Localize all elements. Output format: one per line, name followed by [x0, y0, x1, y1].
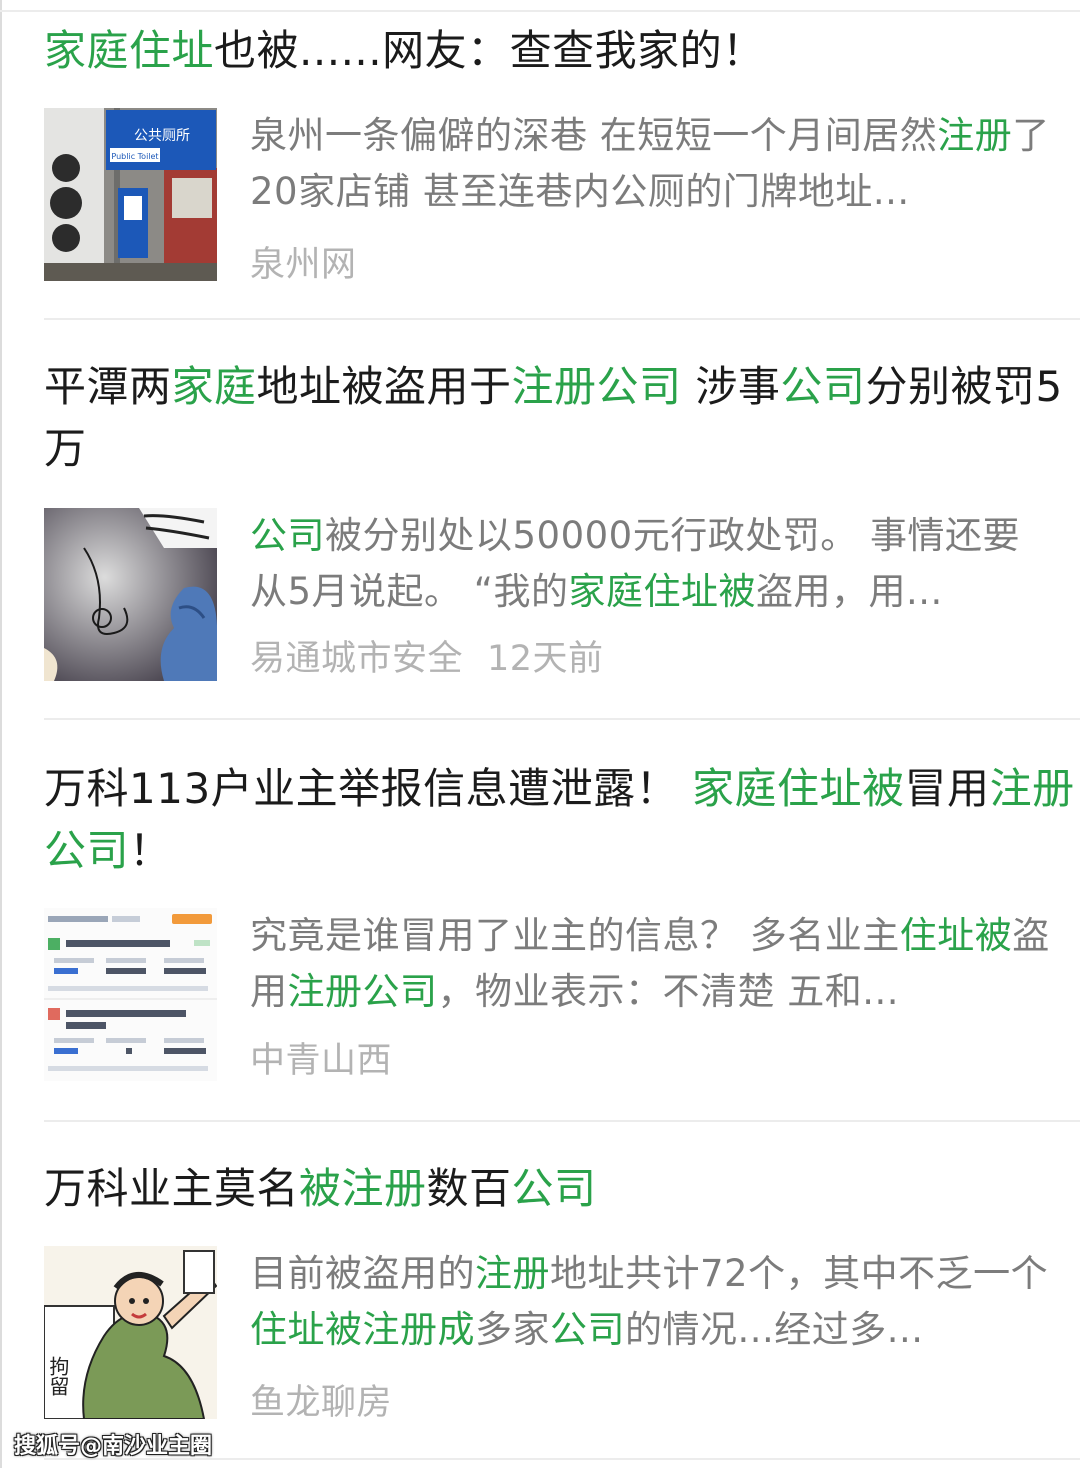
keyword-highlight: 家庭住址被: [568, 570, 756, 613]
detention-cartoon-icon: 拘留: [44, 1246, 217, 1419]
news-item[interactable]: 平潭两家庭地址被盗用于注册公司 涉事公司分别被罚5万 公司被分别处以50000元…: [44, 356, 1080, 681]
text-segment: 泉州一条偏僻的深巷 在短短一个月间居然: [250, 114, 938, 157]
detention-caption: 拘留: [46, 1356, 70, 1396]
news-time: 12天前: [487, 639, 604, 679]
item-divider: [44, 718, 1080, 720]
news-snippet: 目前被盗用的注册地址共计72个，其中不乏一个住址被注册成多家公司的情况...经过…: [250, 1246, 1050, 1358]
news-meta: 鱼龙聊房: [250, 1374, 392, 1425]
text-segment: 地址被盗用于: [256, 362, 512, 411]
keyword-highlight: 住址被: [899, 914, 1013, 957]
text-segment: ！: [129, 826, 172, 875]
text-segment: 万科113户业主举报信息遭泄露！: [44, 764, 693, 813]
item-divider: [44, 1120, 1080, 1122]
company-list-screenshot-icon: [44, 908, 217, 1081]
text-segment: 目前被盗用的: [250, 1252, 475, 1295]
keyword-highlight: 住址被注册成: [250, 1308, 475, 1351]
keyword-highlight: 家庭住址: [44, 26, 215, 75]
street-sign-photo-icon: 公共厕所 Public Toilet: [44, 108, 217, 281]
cartoon-hand-illustration-icon: [44, 508, 217, 681]
news-item[interactable]: 家庭住址也被......网友：查查我家的！ 公共厕所 Public Toilet…: [44, 20, 1080, 285]
news-source[interactable]: 泉州网: [250, 245, 357, 285]
keyword-highlight: 注册公司: [511, 362, 682, 411]
text-segment: 冒用: [904, 764, 990, 813]
keyword-highlight: 家庭住址被: [692, 764, 905, 813]
text-segment: 究竟是谁冒用了业主的信息？ 多名业主: [250, 914, 900, 957]
news-title[interactable]: 家庭住址也被......网友：查查我家的！: [44, 20, 1080, 82]
news-snippet: 究竟是谁冒用了业主的信息？ 多名业主住址被盗用注册公司，物业表示：不清楚 五和.…: [250, 908, 1050, 1020]
search-results-feed: 家庭住址也被......网友：查查我家的！ 公共厕所 Public Toilet…: [0, 0, 1080, 1468]
news-title[interactable]: 万科113户业主举报信息遭泄露！ 家庭住址被冒用注册公司！: [44, 758, 1080, 882]
text-segment: 盗用，用...: [755, 570, 943, 613]
news-snippet: 公司被分别处以50000元行政处罚。 事情还要从5月说起。 “我的家庭住址被盗用…: [250, 508, 1050, 620]
text-segment: 涉事: [681, 362, 781, 411]
text-segment: 数百: [426, 1164, 512, 1213]
news-thumbnail[interactable]: [44, 508, 217, 681]
item-divider: [44, 318, 1080, 320]
news-meta: 易通城市安全 12天前: [250, 630, 604, 681]
watermark: 搜狐号@南沙业主圈: [14, 1434, 213, 1459]
keyword-highlight: 注册: [937, 114, 1013, 157]
news-item[interactable]: 万科业主莫名被注册数百公司 拘留 目前被盗用的注册地址共计72个，其中不乏一个住…: [44, 1158, 1080, 1423]
news-thumbnail[interactable]: [44, 908, 217, 1081]
text-segment: 也被......网友：查查我家的！: [214, 26, 765, 75]
keyword-highlight: 公司: [511, 1164, 597, 1213]
toilet-sign-en-text: Public Toilet: [111, 152, 158, 161]
news-meta: 泉州网: [250, 236, 357, 287]
keyword-highlight: 注册公司: [287, 970, 438, 1013]
news-title[interactable]: 万科业主莫名被注册数百公司: [44, 1158, 1080, 1220]
text-segment: 地址共计72个，其中不乏一个: [550, 1252, 1049, 1295]
news-snippet: 泉州一条偏僻的深巷 在短短一个月间居然注册了20家店铺 甚至连巷内公厕的门牌地址…: [250, 108, 1050, 220]
news-title[interactable]: 平潭两家庭地址被盗用于注册公司 涉事公司分别被罚5万: [44, 356, 1080, 480]
text-segment: 的情况...经过多...: [625, 1308, 924, 1351]
text-segment: 多家: [475, 1308, 550, 1351]
news-thumbnail[interactable]: 拘留: [44, 1246, 217, 1419]
keyword-highlight: 被注册: [299, 1164, 427, 1213]
keyword-highlight: 公司: [250, 514, 325, 557]
news-source[interactable]: 鱼龙聊房: [250, 1383, 392, 1423]
text-segment: 万科业主莫名: [44, 1164, 300, 1213]
keyword-highlight: 公司: [780, 362, 866, 411]
keyword-highlight: 注册: [475, 1252, 550, 1295]
news-item[interactable]: 万科113户业主举报信息遭泄露！ 家庭住址被冒用注册公司 ！ 究竟是谁冒用了业主的…: [44, 758, 1080, 1081]
news-source[interactable]: 中青山西: [250, 1041, 392, 1081]
keyword-highlight: 家庭: [171, 362, 257, 411]
text-segment: 平潭两: [44, 362, 172, 411]
toilet-sign-text: 公共厕所: [134, 128, 190, 144]
keyword-highlight: 公司: [550, 1308, 625, 1351]
news-source[interactable]: 易通城市安全: [250, 639, 463, 679]
news-meta: 中青山西: [250, 1032, 392, 1083]
text-segment: ，物业表示：不清楚 五和...: [437, 970, 900, 1013]
news-thumbnail[interactable]: 公共厕所 Public Toilet: [44, 108, 217, 281]
